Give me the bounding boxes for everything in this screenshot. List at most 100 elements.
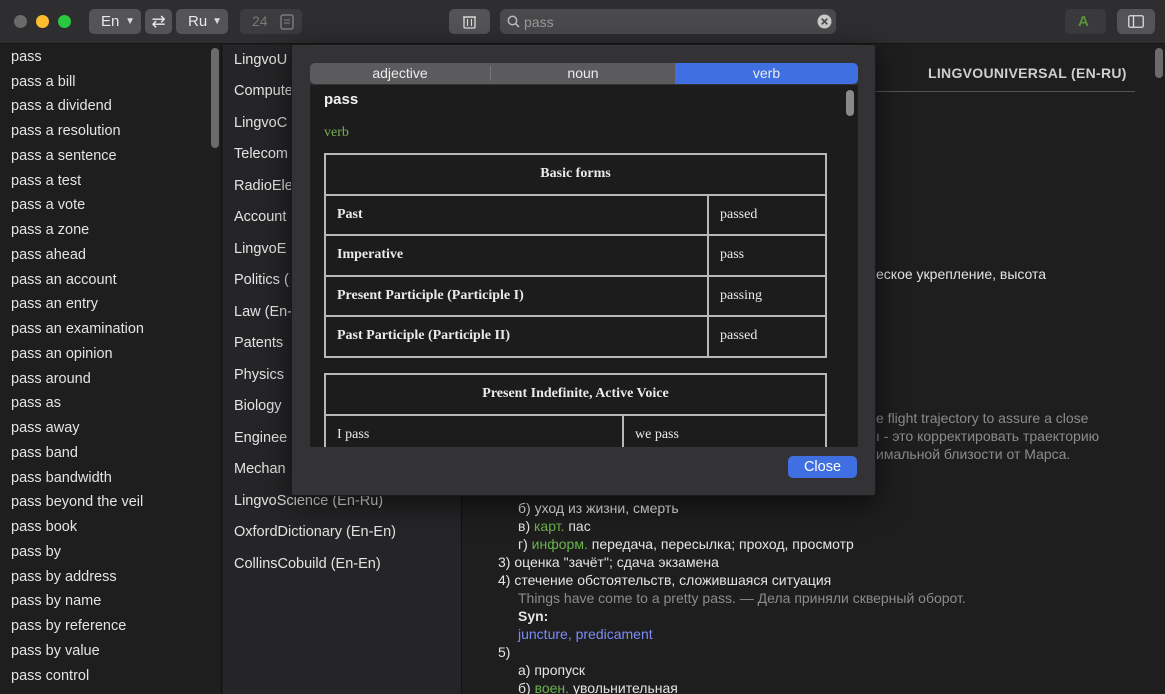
list-item[interactable]: pass an opinion [11, 346, 113, 362]
list-item[interactable]: pass beyond the veil [11, 494, 143, 510]
list-item[interactable]: pass an account [11, 272, 117, 288]
dictionary-item[interactable]: Physics [234, 367, 284, 383]
basic-forms-table: Basic forms Past passed Imperative pass … [324, 153, 827, 358]
word-list: pass pass a bill pass a dividend pass a … [0, 45, 222, 694]
word-list-scrollbar[interactable] [211, 48, 219, 148]
list-item[interactable]: pass by [11, 544, 61, 560]
usage-label[interactable]: карт. [534, 518, 564, 534]
form-value: pass [707, 234, 827, 277]
list-item[interactable]: pass by address [11, 569, 117, 585]
dictionary-item[interactable]: Law (En- [234, 304, 292, 320]
font-size-control[interactable]: 24 [240, 9, 302, 34]
list-item[interactable]: pass ahead [11, 247, 86, 263]
close-window-button[interactable] [14, 15, 27, 28]
font-size-value: 24 [252, 13, 268, 29]
form-label: Past Participle (Participle II) [324, 315, 709, 358]
dictionary-item[interactable]: Telecom [234, 146, 288, 162]
search-field[interactable] [500, 9, 836, 34]
article-line: г) информ. передача, пересылка; проход, … [518, 536, 854, 552]
form-value: I pass [324, 413, 624, 447]
forms-scrollbar[interactable] [846, 90, 854, 116]
minimize-window-button[interactable] [36, 15, 49, 28]
list-item[interactable]: pass a test [11, 173, 81, 189]
list-item[interactable]: pass control [11, 668, 89, 684]
list-item[interactable]: pass an entry [11, 296, 98, 312]
list-item[interactable]: pass by name [11, 593, 101, 609]
clear-search-icon[interactable] [817, 14, 832, 29]
part-of-speech-tabs: adjective noun verb [310, 63, 858, 84]
tab-adjective[interactable]: adjective [310, 63, 490, 84]
dictionary-item[interactable]: Enginee [234, 430, 287, 446]
dictionary-item[interactable]: Biology [234, 398, 282, 414]
source-language-select[interactable]: En ▼ [89, 9, 141, 34]
search-input[interactable] [524, 11, 804, 32]
article-scrollbar[interactable] [1155, 48, 1163, 78]
list-item[interactable]: pass a dividend [11, 98, 112, 114]
synonym-link[interactable]: predicament [576, 626, 653, 642]
table-row: I pass we pass [324, 413, 827, 447]
usage-label[interactable]: воен. [535, 680, 569, 694]
dictionary-item[interactable]: Patents [234, 335, 283, 351]
dictionary-item[interactable]: Mechan [234, 461, 286, 477]
document-icon [280, 14, 294, 30]
list-item[interactable]: pass an examination [11, 321, 144, 337]
form-value: we pass [622, 413, 827, 447]
toolbar: En ▼ ⇄ Ru ▼ 24 pass A [0, 0, 1165, 44]
pronunciation-button[interactable]: A [1065, 9, 1106, 34]
article-text: еское укрепление, высота [876, 266, 1047, 282]
tab-noun[interactable]: noun [491, 63, 675, 84]
dictionary-item[interactable]: Politics ( [234, 272, 289, 288]
form-label: Present Participle (Participle I) [324, 274, 709, 317]
list-item[interactable]: pass band [11, 445, 78, 461]
search-icon [507, 15, 520, 28]
list-item[interactable]: pass a zone [11, 222, 89, 238]
article-line: б) воен. увольнительная [518, 680, 678, 694]
sidebar-icon [1128, 15, 1144, 28]
table-header: Basic forms [324, 153, 827, 196]
dictionary-item[interactable]: OxfordDictionary (En-En) [234, 524, 396, 540]
list-item[interactable]: pass a bill [11, 74, 75, 90]
list-item[interactable]: pass book [11, 519, 77, 535]
chevron-down-icon: ▼ [125, 16, 135, 27]
list-item[interactable]: pass as [11, 395, 61, 411]
dictionary-item[interactable]: CollinsCobuild (En-En) [234, 556, 381, 572]
example-text: имальной близости от Марса. [876, 446, 1071, 462]
table-row: Imperative pass [324, 234, 827, 277]
table-row: Past Participle (Participle II) passed [324, 315, 827, 358]
present-indefinite-table: Present Indefinite, Active Voice I pass … [324, 373, 827, 447]
usage-label[interactable]: информ. [532, 536, 588, 552]
table-header: Present Indefinite, Active Voice [324, 373, 827, 416]
article-line: в) карт. пас [518, 518, 591, 534]
list-item[interactable]: pass by reference [11, 618, 126, 634]
form-label: Imperative [324, 234, 709, 277]
list-item[interactable]: pass by value [11, 643, 100, 659]
dictionary-item[interactable]: LingvoC [234, 115, 287, 131]
dictionary-item[interactable]: RadioEle [234, 178, 293, 194]
list-item[interactable]: pass [11, 49, 42, 65]
list-item[interactable]: pass bandwidth [11, 470, 112, 486]
history-button[interactable] [449, 9, 490, 34]
dictionary-item[interactable]: LingvoU [234, 52, 287, 68]
source-language-label: En [101, 13, 120, 30]
list-item[interactable]: pass away [11, 420, 80, 436]
word-forms-dialog: adjective noun verb pass verb Basic form… [291, 44, 876, 496]
zoom-window-button[interactable] [58, 15, 71, 28]
toggle-sidebar-button[interactable] [1117, 9, 1155, 34]
dictionary-item[interactable]: LingvoE [234, 241, 286, 257]
example-text: Things have come to a pretty pass. — Дел… [518, 590, 966, 606]
form-label: Past [324, 193, 709, 236]
list-item[interactable]: pass around [11, 371, 91, 387]
trash-icon [463, 16, 476, 29]
table-row: Present Participle (Participle I) passin… [324, 274, 827, 317]
dictionary-item[interactable]: Account [234, 209, 286, 225]
target-language-select[interactable]: Ru ▼ [176, 9, 228, 34]
list-item[interactable]: pass a vote [11, 197, 85, 213]
tab-verb[interactable]: verb [675, 63, 858, 84]
list-item[interactable]: pass a resolution [11, 123, 121, 139]
dictionary-item[interactable]: Compute [234, 83, 293, 99]
dictionary-title: LINGVOUNIVERSAL (EN-RU) [928, 65, 1127, 81]
list-item[interactable]: pass a sentence [11, 148, 117, 164]
close-button[interactable]: Close [788, 456, 857, 478]
synonym-link[interactable]: juncture [518, 626, 568, 642]
swap-languages-button[interactable]: ⇄ [145, 9, 172, 34]
